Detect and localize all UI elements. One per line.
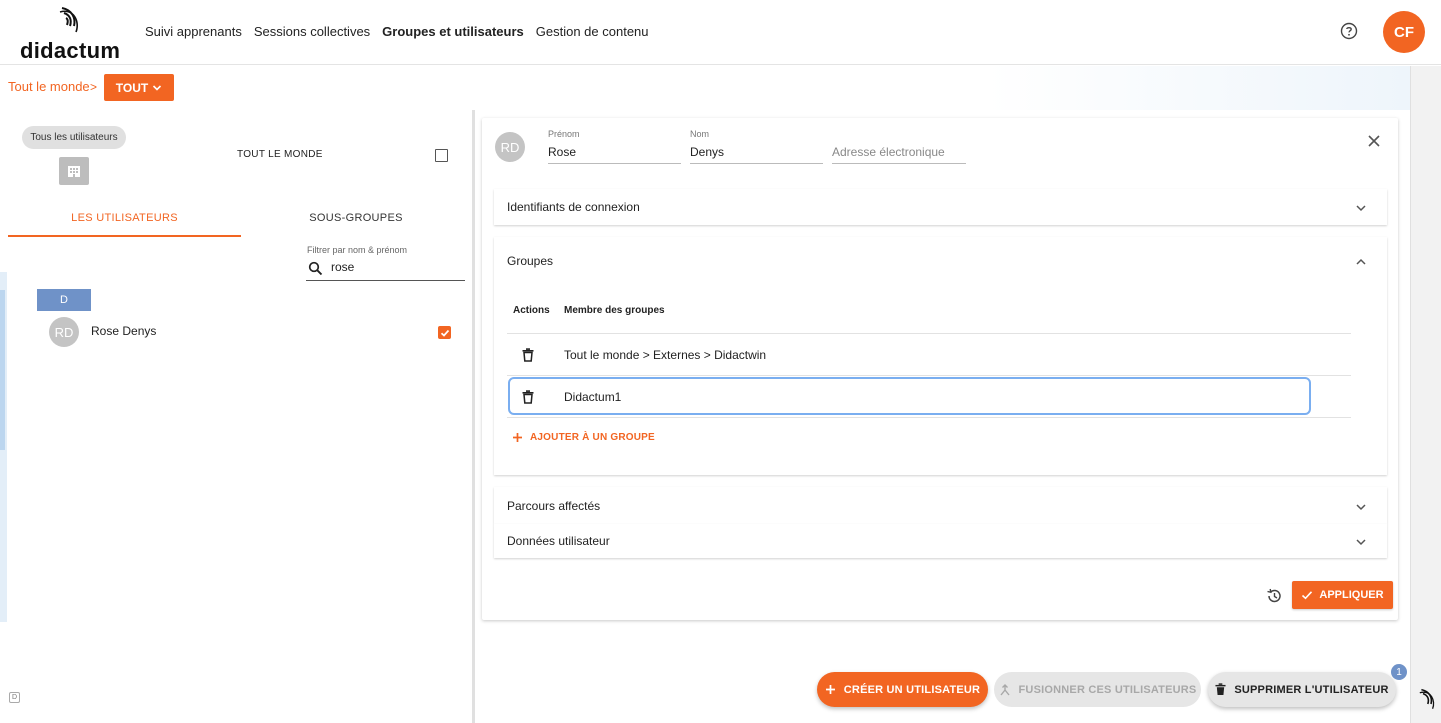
- group-name-label: TOUT LE MONDE: [237, 149, 323, 160]
- help-icon[interactable]: [1340, 22, 1358, 40]
- first-name-label: Prénom: [548, 129, 580, 139]
- add-to-group-button[interactable]: AJOUTER À UN GROUPE: [512, 432, 655, 443]
- accordion-paths-title: Parcours affectés: [507, 499, 601, 513]
- chevron-down-icon: [1356, 205, 1366, 212]
- building-icon: [59, 157, 89, 185]
- accordion-login[interactable]: Identifiants de connexion: [494, 189, 1387, 225]
- table-divider: [507, 375, 1351, 376]
- plus-icon: [513, 433, 522, 442]
- nav-sessions-collectives[interactable]: Sessions collectives: [254, 24, 370, 39]
- breadcrumb-current-label: TOUT: [115, 80, 149, 95]
- logo-mark-icon: [1419, 688, 1435, 710]
- email-input[interactable]: [832, 142, 966, 159]
- select-all-checkbox[interactable]: [435, 149, 448, 162]
- breadcrumb-root-link[interactable]: Tout le monde: [8, 79, 90, 94]
- email-field: [832, 142, 966, 164]
- plus-icon: [825, 685, 835, 694]
- add-to-group-label: AJOUTER À UN GROUPE: [530, 432, 655, 443]
- logo[interactable]: didactum: [20, 6, 130, 63]
- top-bar: didactum Suivi apprenants Sessions colle…: [0, 0, 1441, 65]
- panel-divider[interactable]: [472, 110, 475, 723]
- user-list-item[interactable]: Rose Denys: [91, 324, 156, 338]
- tab-users[interactable]: LES UTILISATEURS: [8, 203, 241, 237]
- list-scroll-thumb[interactable]: [0, 290, 5, 450]
- close-icon[interactable]: [1367, 134, 1381, 148]
- first-name-field: [548, 142, 681, 164]
- merge-icon: [999, 683, 1010, 695]
- filter-label: Filtrer par nom & prénom: [307, 245, 408, 255]
- accordion-groups-title[interactable]: Groupes: [507, 254, 553, 268]
- table-row: Tout le monde > Externes > Didactwin: [564, 348, 767, 362]
- chevron-down-icon: [1356, 539, 1366, 546]
- accordion-login-title: Identifiants de connexion: [507, 200, 640, 214]
- avatar: RD: [495, 132, 525, 162]
- groups-header-actions: Actions: [513, 305, 550, 316]
- avatar: RD: [49, 317, 79, 347]
- accordion-user-data-title: Données utilisateur: [507, 534, 610, 548]
- breadcrumb-bar: [0, 66, 1410, 110]
- merge-users-button[interactable]: FUSIONNER CES UTILISATEURS: [994, 672, 1201, 707]
- create-user-button[interactable]: CRÉER UN UTILISATEUR: [817, 672, 988, 707]
- apply-label: APPLIQUER: [1319, 589, 1384, 601]
- groups-header-member: Membre des groupes: [564, 305, 665, 316]
- logo-text: didactum: [20, 38, 121, 63]
- user-avatar-button[interactable]: CF: [1383, 11, 1425, 53]
- accordion-user-data[interactable]: Données utilisateur: [494, 524, 1387, 558]
- page-scrollbar[interactable]: [1410, 66, 1441, 723]
- search-icon: [308, 261, 323, 276]
- main-nav: Suivi apprenants Sessions collectives Gr…: [145, 24, 649, 39]
- nav-gestion-contenu[interactable]: Gestion de contenu: [536, 24, 649, 39]
- logo-mark-icon: [59, 7, 78, 33]
- accordion-paths[interactable]: Parcours affectés: [494, 487, 1387, 524]
- user-checkbox[interactable]: [438, 326, 451, 339]
- history-icon[interactable]: [1266, 588, 1282, 604]
- filter-field: [306, 259, 465, 281]
- corner-letter-badge: D: [9, 692, 20, 703]
- trash-icon[interactable]: [522, 390, 534, 404]
- trash-icon: [1215, 683, 1226, 695]
- chevron-down-icon: [1356, 504, 1366, 511]
- focused-row-outline: [508, 377, 1311, 415]
- tab-subgroups[interactable]: SOUS-GROUPES: [241, 203, 471, 237]
- chevron-down-icon: [153, 84, 162, 91]
- breadcrumb-current-dropdown[interactable]: TOUT: [104, 74, 174, 101]
- delete-user-label: SUPPRIMER L'UTILISATEUR: [1234, 683, 1389, 696]
- last-name-label: Nom: [690, 129, 710, 139]
- table-row: Didactum1: [564, 390, 622, 404]
- check-icon: [440, 329, 449, 337]
- left-panel: [0, 110, 472, 723]
- nav-groupes-utilisateurs[interactable]: Groupes et utilisateurs: [382, 24, 524, 39]
- notification-badge: 1: [1391, 664, 1407, 680]
- trash-icon[interactable]: [522, 348, 534, 362]
- filter-input[interactable]: [331, 260, 461, 274]
- merge-users-label: FUSIONNER CES UTILISATEURS: [1018, 683, 1197, 696]
- last-name-input[interactable]: [690, 142, 823, 159]
- all-users-chip[interactable]: Tous les utilisateurs: [22, 126, 126, 149]
- letter-group-header: D: [37, 289, 91, 311]
- table-divider: [507, 333, 1351, 334]
- check-icon: [1302, 591, 1313, 600]
- delete-user-button[interactable]: SUPPRIMER L'UTILISATEUR: [1208, 672, 1396, 707]
- chevron-up-icon[interactable]: [1355, 256, 1367, 268]
- apply-button[interactable]: APPLIQUER: [1292, 581, 1393, 609]
- first-name-input[interactable]: [548, 142, 681, 159]
- nav-suivi-apprenants[interactable]: Suivi apprenants: [145, 24, 242, 39]
- breadcrumb-separator: >: [90, 80, 98, 94]
- table-divider: [507, 417, 1351, 418]
- last-name-field: [690, 142, 823, 164]
- create-user-label: CRÉER UN UTILISATEUR: [843, 683, 981, 696]
